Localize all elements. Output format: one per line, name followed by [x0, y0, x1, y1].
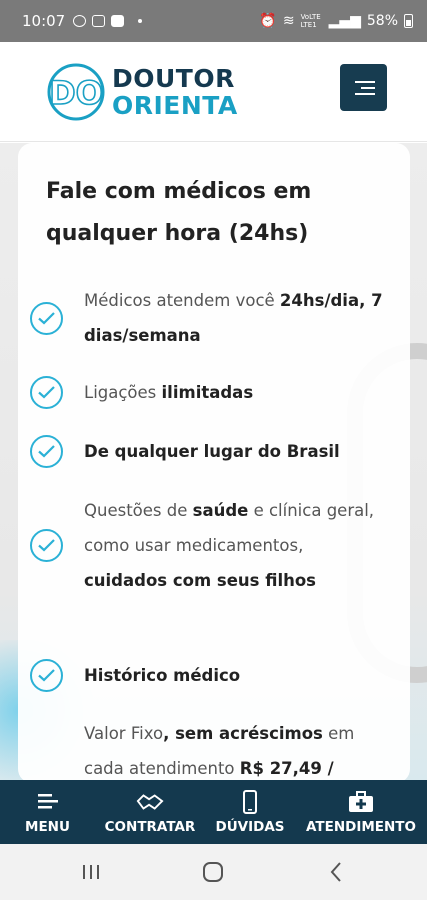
check-circle-icon — [30, 659, 63, 692]
youtube-icon — [111, 15, 125, 27]
svg-text:DO: DO — [49, 74, 103, 112]
nav-duvidas-button[interactable]: DÚVIDAS — [205, 780, 295, 844]
wifi-icon: ≋ — [282, 13, 295, 29]
more-notifications-icon — [138, 19, 143, 23]
hamburger-icon — [355, 80, 375, 83]
nav-atendimento-label: ATENDIMENTO — [306, 819, 416, 835]
feature-text: Histórico médico — [84, 666, 241, 685]
recent-apps-button[interactable] — [71, 857, 111, 887]
menu-lines-icon — [34, 789, 62, 815]
feature-text: Valor Fixo, sem acréscimos em cada atend… — [84, 724, 355, 778]
feature-item-ligacoes: Ligações ilimitadas — [30, 375, 405, 410]
battery-label: 58% — [366, 13, 398, 29]
handshake-icon — [136, 789, 164, 815]
feature-text: De qualquer lugar do Brasil — [84, 442, 340, 461]
feature-item-saude: Questões de saúde e clínica geral, como … — [30, 493, 405, 598]
nav-contratar-button[interactable]: CONTRATAR — [95, 780, 205, 844]
signal-icon: ▂▄▆ — [328, 13, 361, 29]
feature-text: Questões de saúde e clínica geral, como … — [84, 501, 375, 590]
nav-menu-button[interactable]: MENU — [0, 780, 95, 844]
nav-contratar-label: CONTRATAR — [104, 819, 196, 835]
feature-item-historico: Histórico médico — [30, 658, 405, 693]
feature-text: Médicos atendem você 24hs/dia, 7 dias/se… — [84, 291, 383, 345]
hamburger-menu-button[interactable] — [340, 64, 387, 111]
check-circle-icon — [30, 529, 63, 562]
phone-icon — [236, 789, 264, 815]
site-header: DO DOUTOR ORIENTA — [0, 42, 427, 142]
feature-item-brasil: De qualquer lugar do Brasil — [30, 434, 405, 469]
status-time: 10:07 — [22, 12, 66, 30]
whatsapp-icon — [73, 15, 87, 27]
features-card: Fale com médicos em qualquer hora (24hs)… — [18, 143, 410, 783]
feature-item-24hs: Médicos atendem você 24hs/dia, 7 dias/se… — [30, 283, 405, 353]
home-button[interactable] — [193, 857, 233, 887]
nav-atendimento-button[interactable]: ATENDIMENTO — [295, 780, 427, 844]
medical-kit-icon — [347, 789, 375, 815]
status-bar: 10:07 ⏰ ≋ VoLTE LTE1 ▂▄▆ 58% — [0, 0, 427, 42]
alarm-icon: ⏰ — [259, 13, 277, 29]
feature-text: Ligações ilimitadas — [84, 383, 254, 402]
check-circle-icon — [30, 435, 63, 468]
system-navigation-bar — [0, 844, 427, 900]
gallery-icon — [92, 15, 106, 27]
logo-line-orienta: ORIENTA — [112, 90, 238, 120]
notification-icons — [73, 15, 143, 27]
bottom-navigation: MENU CONTRATAR DÚVIDAS ATENDIMENTO — [0, 780, 427, 844]
network-label: VoLTE LTE1 — [300, 13, 321, 29]
logo-line-doutor: DOUTOR — [112, 63, 235, 93]
back-button[interactable] — [316, 857, 356, 887]
nav-menu-label: MENU — [25, 819, 70, 835]
battery-icon — [404, 14, 413, 28]
doutor-orienta-logo[interactable]: DO DOUTOR ORIENTA — [40, 63, 238, 121]
check-circle-icon — [30, 376, 63, 409]
feature-item-valor-fixo: Valor Fixo, sem acréscimos em cada atend… — [30, 716, 405, 783]
status-right: ⏰ ≋ VoLTE LTE1 ▂▄▆ 58% — [259, 13, 413, 29]
check-circle-icon — [30, 301, 63, 335]
logo-mark-icon: DO — [40, 63, 110, 121]
nav-duvidas-label: DÚVIDAS — [215, 819, 285, 835]
logo-text: DOUTOR ORIENTA — [112, 65, 238, 119]
card-title: Fale com médicos em qualquer hora (24hs) — [46, 179, 312, 246]
